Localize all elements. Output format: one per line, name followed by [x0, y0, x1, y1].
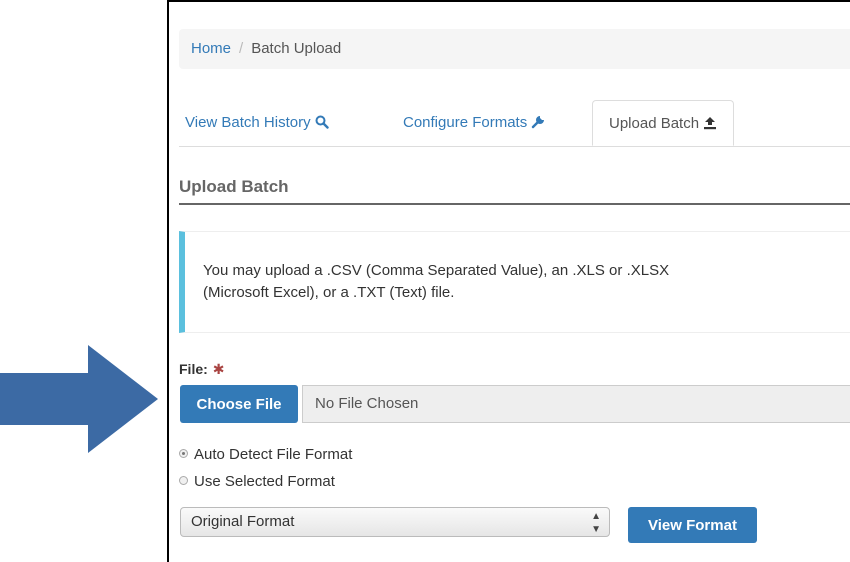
radio-button[interactable] — [179, 449, 188, 458]
tab-configure-formats[interactable]: Configure Formats — [403, 100, 546, 146]
radio-button[interactable] — [179, 476, 188, 485]
tab-view-batch-history[interactable]: View Batch History — [185, 100, 329, 146]
radio-label: Use Selected Format — [194, 473, 335, 490]
breadcrumb-home-link[interactable]: Home — [191, 40, 231, 57]
file-label-text: File: — [179, 361, 208, 377]
upload-icon — [704, 117, 717, 130]
file-name-display[interactable]: No File Chosen — [302, 385, 850, 423]
radio-auto-detect[interactable]: Auto Detect File Format — [179, 445, 352, 465]
tab-label: View Batch History — [185, 114, 311, 131]
radio-use-selected[interactable]: Use Selected Format — [179, 472, 335, 492]
required-asterisk-icon: ✱ — [212, 361, 225, 377]
tab-label: Configure Formats — [403, 114, 528, 131]
info-callout: You may upload a .CSV (Comma Separated V… — [179, 231, 850, 333]
app-frame: Home / Batch Upload View Batch History Con… — [167, 0, 850, 562]
info-text-line-2: (Microsoft Excel), or a .TXT (Text) file… — [203, 284, 455, 301]
section-title: Upload Batch — [179, 177, 850, 205]
tab-label: Upload Batch — [609, 115, 700, 132]
callout-arrow — [0, 345, 158, 453]
select-caret-icon: ▲ ▼ — [591, 511, 601, 535]
breadcrumb-separator: / — [239, 40, 244, 57]
tab-bar: View Batch History Configure Formats Upl… — [179, 100, 850, 147]
choose-file-button[interactable]: Choose File — [180, 385, 298, 423]
info-text-line-1: You may upload a .CSV (Comma Separated V… — [203, 262, 670, 279]
radio-label: Auto Detect File Format — [194, 446, 353, 463]
breadcrumb-current: Batch Upload — [251, 40, 342, 57]
tab-upload-batch[interactable]: Upload Batch — [592, 100, 735, 146]
wrench-icon — [532, 116, 545, 129]
file-label: File: ✱ — [179, 361, 225, 378]
format-select[interactable]: Original Format ▲ ▼ — [180, 507, 610, 537]
breadcrumb: Home / Batch Upload — [179, 29, 850, 69]
search-icon — [315, 115, 329, 129]
view-format-button[interactable]: View Format — [628, 507, 757, 543]
format-select-value: Original Format — [191, 513, 295, 530]
